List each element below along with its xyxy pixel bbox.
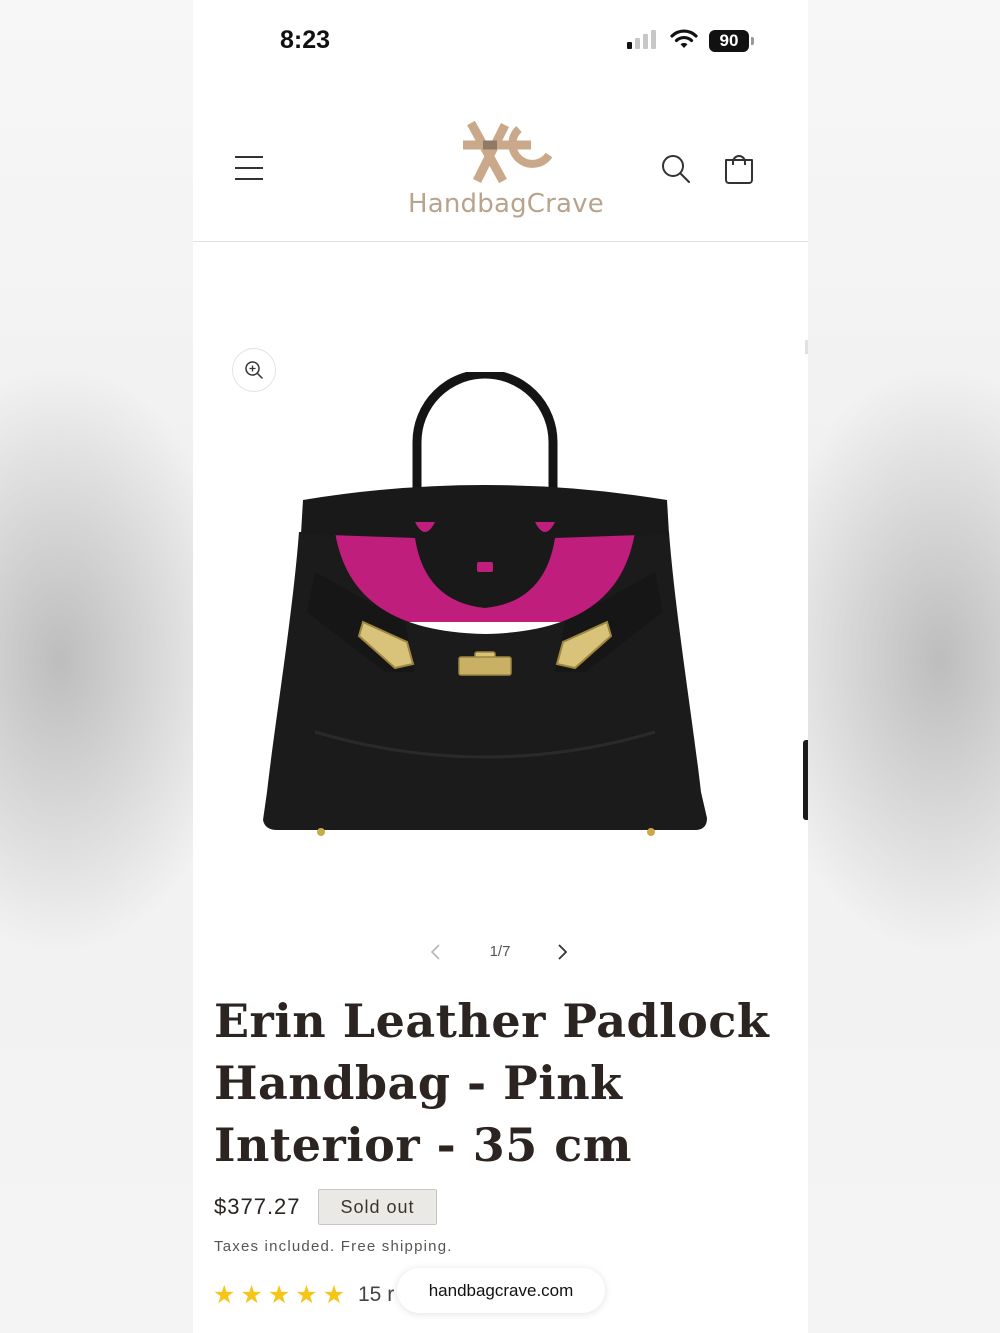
signal-icon xyxy=(627,30,656,49)
rating-stars[interactable]: ★ ★ ★ ★ ★ xyxy=(213,1282,345,1308)
menu-icon[interactable] xyxy=(235,154,265,182)
product-image[interactable] xyxy=(255,372,715,842)
chevron-right-icon[interactable] xyxy=(555,942,569,962)
search-icon[interactable] xyxy=(660,153,692,185)
review-count[interactable]: 15 r xyxy=(358,1283,394,1307)
logo-text: HandbagCrave xyxy=(408,189,604,219)
battery-icon: 90 xyxy=(709,30,749,52)
tax-note: Taxes included. Free shipping. xyxy=(214,1238,453,1255)
star-icon: ★ xyxy=(213,1281,236,1309)
chevron-left-icon[interactable] xyxy=(429,942,443,962)
star-icon: ★ xyxy=(322,1281,346,1309)
site-logo[interactable]: HandbagCrave xyxy=(408,115,604,219)
battery-nub xyxy=(751,37,754,45)
cart-icon[interactable] xyxy=(723,151,755,185)
status-time: 8:23 xyxy=(280,26,331,54)
wifi-icon xyxy=(670,29,698,48)
product-title: Erin Leather Padlock Handbag - Pink Inte… xyxy=(214,994,770,1172)
logo-mark-icon xyxy=(463,120,553,184)
next-image-peek xyxy=(803,740,808,820)
slide-counter: 1/7 xyxy=(489,943,511,960)
star-icon: ★ xyxy=(267,1281,291,1309)
next-image-edge xyxy=(805,340,808,354)
star-icon: ★ xyxy=(295,1281,318,1309)
browser-url-bar[interactable]: handbagcrave.com xyxy=(397,1268,605,1313)
product-price: $377.27 xyxy=(214,1194,301,1219)
star-icon: ★ xyxy=(240,1281,263,1309)
header-divider xyxy=(193,241,808,242)
phone-screen: 8:23 90 HandbagCrave 1/7 Erin Leather Pa… xyxy=(193,0,808,1333)
sold-out-badge: Sold out xyxy=(318,1189,437,1225)
